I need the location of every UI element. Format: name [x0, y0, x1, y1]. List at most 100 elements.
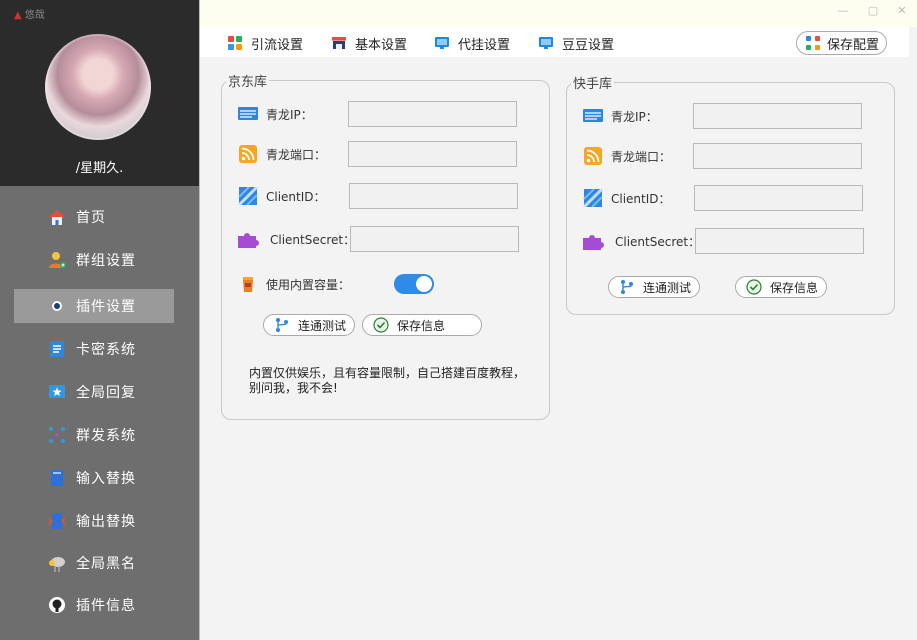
sidebar-item-label: 全局黑名 [76, 556, 136, 572]
puzzle-icon [583, 235, 604, 250]
button-label: 连通测试 [643, 280, 692, 295]
field-label: 青龙端口： [611, 149, 672, 164]
grid-icon [228, 36, 242, 50]
ip-card-icon [583, 109, 603, 122]
sidebar-item-label: 首页 [76, 210, 106, 226]
field-label: 使用内置容量： [266, 277, 351, 292]
jd-test-connection-button[interactable]: 连通测试 [263, 314, 355, 336]
sidebar-item-label: 群发系统 [76, 428, 136, 444]
global-blacklist-icon [46, 552, 68, 574]
github-icon [46, 594, 68, 616]
app-logo: ▲ 悠哉 [14, 10, 45, 21]
rss-icon [584, 147, 602, 165]
tab-doudou-settings[interactable]: 豆豆设置 [538, 33, 614, 53]
branch-icon [276, 318, 288, 332]
save-config-button[interactable]: 保存配置 [796, 31, 887, 55]
home-icon [46, 206, 68, 228]
check-circle-icon [373, 317, 389, 333]
broadcast-icon [46, 424, 68, 446]
ks-ip-input[interactable] [693, 103, 862, 129]
ks-save-info-button[interactable]: 保存信息 [735, 276, 827, 298]
group-title: 京东库 [226, 71, 270, 90]
jd-save-info-button[interactable]: 保存信息 [362, 314, 482, 336]
button-label: 保存信息 [770, 280, 819, 295]
sidebar-item-plugin-settings[interactable]: 插件设置 [14, 289, 174, 323]
tab-bar: 引流设置 基本设置 代挂设置 豆豆设置 保存配置 [199, 27, 909, 57]
tab-label: 基本设置 [355, 37, 408, 53]
jd-library-group: 京东库 青龙IP： 青龙端口： ClientID： ClientSecret： … [221, 71, 550, 420]
ks-test-connection-button[interactable]: 连通测试 [608, 276, 700, 298]
input-replace-icon [46, 467, 68, 489]
title-bar: — ▢ ✕ [199, 0, 917, 27]
field-label: 青龙IP： [266, 107, 313, 122]
field-label: ClientID： [611, 191, 671, 206]
sidebar-item-label: 输出替换 [76, 514, 136, 530]
global-reply-icon [46, 381, 68, 403]
id-stripe-icon [583, 189, 603, 207]
sidebar-item-label: 插件设置 [76, 299, 136, 315]
ks-port-row: 青龙端口： [583, 142, 671, 170]
minimize-button[interactable]: — [833, 3, 853, 19]
tab-traffic-settings[interactable]: 引流设置 [227, 33, 303, 53]
sidebar-item-label: 全局回复 [76, 385, 136, 401]
sidebar-item-label: 群组设置 [76, 253, 136, 269]
toggle-knob [416, 276, 432, 292]
sidebar: ▲ 悠哉 /星期久. 首页 群组设置 插件设置 卡密系统 全局回复 群发系统 输… [0, 0, 199, 640]
avatar[interactable] [45, 34, 151, 140]
jd-builtin-row: 使用内置容量： [238, 270, 350, 298]
tab-basic-settings[interactable]: 基本设置 [331, 33, 407, 53]
sidebar-item-global-reply[interactable]: 全局回复 [14, 375, 174, 409]
sidebar-item-home[interactable]: 首页 [14, 200, 174, 234]
ks-library-group: 快手库 青龙IP： 青龙端口： ClientID： ClientSecret： … [566, 73, 895, 315]
ks-clientsecret-row: ClientSecret： [583, 227, 700, 255]
sidebar-item-card-key[interactable]: 卡密系统 [14, 332, 174, 366]
jd-clientid-row: ClientID： [238, 182, 326, 210]
ks-clientsecret-input[interactable] [695, 228, 864, 254]
field-label: 青龙IP： [611, 109, 658, 124]
plugin-settings-icon [46, 295, 68, 317]
config-icon [806, 36, 820, 50]
sidebar-divider [199, 0, 200, 640]
restore-button[interactable]: ▢ [863, 3, 883, 19]
button-label: 保存信息 [397, 318, 446, 333]
tab-label: 代挂设置 [458, 37, 511, 53]
field-label: ClientSecret： [270, 232, 356, 247]
sidebar-item-label: 插件信息 [76, 598, 136, 614]
builtin-note: 内置仅供娱乐，且有容量限制，自己搭建百度教程，别问我，我不会! [249, 366, 526, 395]
ks-clientid-row: ClientID： [583, 184, 671, 212]
ip-card-icon [238, 107, 258, 120]
username: /星期久. [75, 161, 124, 176]
rss-icon [239, 145, 257, 163]
sidebar-item-global-blacklist[interactable]: 全局黑名 [14, 546, 174, 580]
ks-clientid-input[interactable] [694, 185, 863, 211]
jd-ip-row: 青龙IP： [238, 100, 313, 128]
group-title: 快手库 [571, 73, 615, 92]
field-label: ClientSecret： [615, 234, 701, 249]
sidebar-item-input-replace[interactable]: 输入替换 [14, 461, 174, 495]
sidebar-item-plugin-info[interactable]: 插件信息 [14, 588, 174, 622]
app-logo-text: 悠哉 [24, 10, 45, 21]
output-replace-icon [46, 510, 68, 532]
monitor-icon [435, 37, 449, 49]
close-button[interactable]: ✕ [892, 3, 912, 19]
sidebar-item-output-replace[interactable]: 输出替换 [14, 504, 174, 538]
id-stripe-icon [238, 187, 258, 205]
field-label: 青龙端口： [266, 147, 327, 162]
jd-port-row: 青龙端口： [238, 140, 326, 168]
sidebar-item-broadcast[interactable]: 群发系统 [14, 418, 174, 452]
sidebar-item-group-settings[interactable]: 群组设置 [14, 243, 174, 277]
branch-icon [621, 280, 633, 294]
puzzle-icon [238, 233, 259, 248]
builtin-capacity-toggle[interactable] [394, 274, 434, 294]
tab-hosting-settings[interactable]: 代挂设置 [434, 33, 510, 53]
button-label: 连通测试 [298, 318, 347, 333]
jd-ip-input[interactable] [348, 101, 517, 127]
save-config-label: 保存配置 [827, 37, 880, 53]
jd-port-input[interactable] [348, 141, 517, 167]
tab-label: 引流设置 [251, 37, 304, 53]
jd-clientid-input[interactable] [349, 183, 518, 209]
check-circle-icon [746, 279, 762, 295]
sidebar-item-label: 输入替换 [76, 471, 136, 487]
ks-port-input[interactable] [693, 143, 862, 169]
jd-clientsecret-input[interactable] [350, 226, 519, 252]
